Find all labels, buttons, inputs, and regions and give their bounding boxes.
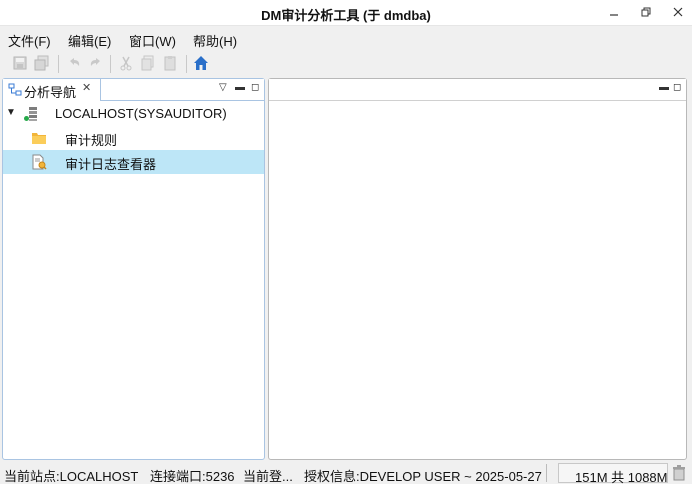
minimize-icon — [610, 14, 618, 16]
folder-icon — [32, 133, 46, 144]
log-viewer-icon — [32, 154, 47, 170]
menu-file[interactable]: 文件(F) — [8, 31, 51, 50]
heap-usage: 151M 共 1088M — [575, 470, 668, 484]
view-menu-icon[interactable]: ▽ — [219, 82, 227, 93]
tab-label: 分析导航 — [24, 85, 77, 100]
status-bar: 当前站点:LOCALHOST 连接端口:5236 当前登... 授权信息:DEV… — [0, 462, 692, 484]
tree-item-label: 审计日志查看器 — [65, 157, 157, 172]
tree-item-audit-rules[interactable]: 审计规则 — [3, 126, 264, 150]
close-icon — [673, 7, 683, 17]
minimize-view-icon[interactable]: ▬ — [235, 82, 245, 93]
status-connection-port: 连接端口:5236 — [150, 469, 235, 484]
title-bar: DM审计分析工具 (于 dmdba) — [0, 0, 692, 26]
menu-edit[interactable]: 编辑(E) — [68, 31, 111, 50]
close-tab-icon[interactable]: ✕ — [82, 81, 91, 94]
paste-icon[interactable] — [162, 55, 178, 71]
panel-tab-bar: 分析导航 ✕ ▽ ▬ ◻ — [3, 79, 264, 101]
status-separator — [546, 464, 547, 482]
cut-icon[interactable] — [118, 55, 134, 71]
window-title: DM审计分析工具 (于 dmdba) — [261, 8, 431, 23]
minimize-view-icon[interactable]: ▬ — [659, 82, 669, 93]
analysis-navigator-panel: 分析导航 ✕ ▽ ▬ ◻ ▼ LOCALHOST(SYSAUDITOR) 审计规… — [2, 78, 265, 460]
maximize-view-icon[interactable]: ◻ — [673, 82, 681, 93]
editor-area: ▬ ◻ — [268, 78, 687, 460]
heap-status[interactable]: 151M 共 1088M — [558, 463, 668, 484]
menu-help[interactable]: 帮助(H) — [193, 31, 237, 50]
toolbar-separator — [110, 55, 111, 73]
garbage-collect-icon[interactable] — [672, 465, 686, 481]
maximize-view-icon[interactable]: ◻ — [251, 82, 259, 93]
save-all-icon[interactable] — [34, 55, 50, 71]
toolbar-separator — [186, 55, 187, 73]
tree-item-audit-log-viewer[interactable]: 审计日志查看器 — [3, 150, 264, 174]
save-icon[interactable] — [12, 55, 28, 71]
tab-analysis-navigator[interactable]: 分析导航 ✕ — [3, 79, 101, 101]
menu-window[interactable]: 窗口(W) — [129, 31, 176, 50]
redo-icon[interactable] — [88, 55, 104, 71]
home-icon[interactable] — [193, 55, 209, 71]
editor-tab-bar: ▬ ◻ — [269, 79, 686, 101]
restore-icon — [641, 7, 651, 17]
toolbar — [0, 51, 692, 76]
status-license-info: 授权信息:DEVELOP USER ~ 2025-05-27 — [304, 469, 542, 484]
toolbar-separator — [58, 55, 59, 73]
status-current-login: 当前登... — [243, 469, 293, 484]
close-window-button[interactable] — [664, 0, 692, 24]
copy-icon[interactable] — [140, 55, 156, 71]
undo-icon[interactable] — [66, 55, 82, 71]
status-current-site: 当前站点:LOCALHOST — [4, 469, 139, 484]
restore-button[interactable] — [632, 0, 660, 24]
navigator-icon — [8, 83, 22, 96]
tree-root-label: LOCALHOST(SYSAUDITOR) — [55, 106, 227, 121]
minimize-button[interactable] — [600, 0, 628, 24]
menu-bar: 文件(F) 编辑(E) 窗口(W) 帮助(H) — [0, 28, 692, 50]
tree-root[interactable]: ▼ LOCALHOST(SYSAUDITOR) — [3, 102, 264, 126]
expand-arrow-icon[interactable]: ▼ — [6, 107, 16, 118]
tree-item-label: 审计规则 — [65, 133, 118, 148]
server-icon — [24, 107, 37, 121]
